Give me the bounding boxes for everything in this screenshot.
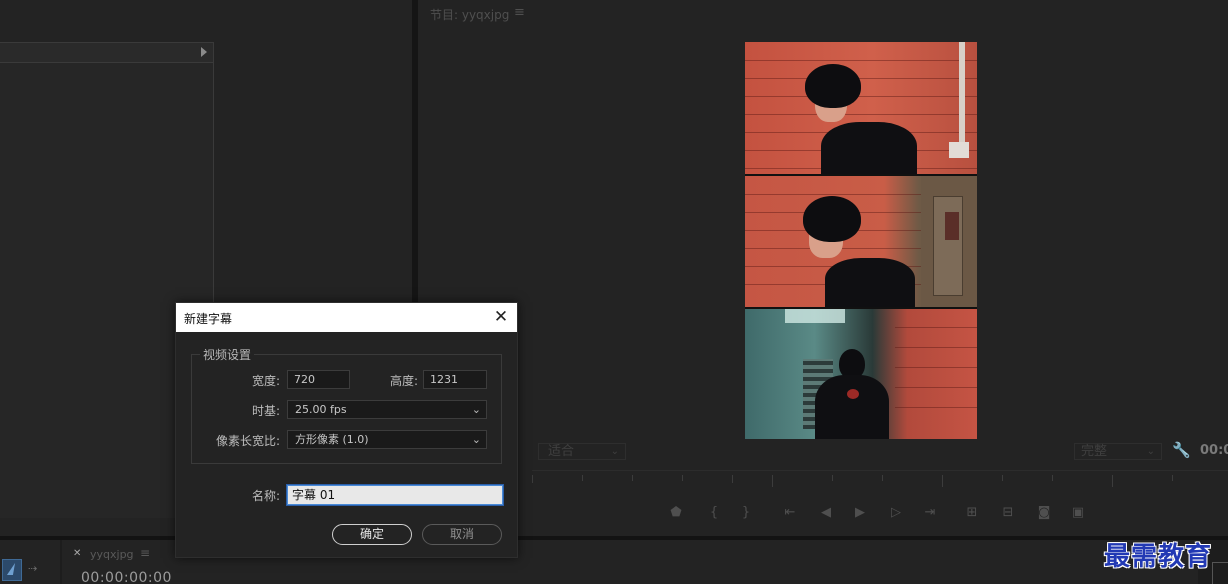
source-panel-header [0,43,213,63]
timebase-select[interactable]: 25.00 fps ⌄ [287,400,487,419]
watermark-logo: 最需教育 [1104,542,1213,572]
overwrite-icon[interactable]: ⊟ [1000,505,1016,520]
ok-button[interactable]: 确定 [332,524,412,545]
go-to-out-icon[interactable]: ⇥ [922,505,938,520]
timeline-timecode[interactable]: 00:00:00:00 [81,570,172,584]
close-icon[interactable]: ✕ [73,548,81,559]
panel-expand-arrow-icon[interactable] [201,47,207,57]
program-time-ruler[interactable] [532,470,1228,490]
mark-out-icon[interactable]: } [738,505,754,520]
timeline-tab-name[interactable]: yyqxjpg [90,548,134,561]
program-monitor: 节目: yyqxjpg ≡ 适合 ⌄ 完整 ⌄ 🔧 00:0 ⬟ {} ⇤ ◀… [418,0,1228,536]
new-title-dialog: 新建字幕 ✕ 视频设置 宽度: 720 高度: 1231 时基: 25.00 f… [175,302,518,558]
pointer-arrow-icon [6,563,16,575]
timebase-value: 25.00 fps [295,403,347,416]
panel-corner-box [1212,562,1228,584]
width-label: 宽度: [251,374,280,388]
height-field[interactable]: 1231 [423,370,487,389]
title-name-input[interactable]: 字幕 01 [287,485,503,505]
chevron-down-icon: ⌄ [610,446,619,457]
program-monitor-title[interactable]: 节目: yyqxjpg [430,6,509,23]
program-video-preview [745,42,977,439]
play-icon[interactable]: ▶ [852,505,868,520]
timeline-menu-icon[interactable]: ≡ [140,546,150,560]
fit-zoom-value: 适合 [548,444,575,459]
compare-view-icon[interactable]: ▣ [1070,505,1086,520]
video-settings-label: 视频设置 [200,346,255,363]
video-frame-1 [745,42,977,174]
chevron-down-icon: ⌄ [1146,446,1155,457]
track-select-tool-icon[interactable]: ⇢ [28,562,37,575]
program-monitor-menu-icon[interactable]: ≡ [514,5,525,20]
name-label: 名称: [251,489,280,503]
wrench-settings-icon[interactable]: 🔧 [1172,441,1191,459]
selection-tool-button[interactable] [2,559,22,581]
video-frame-2 [745,176,977,307]
height-label: 高度: [389,374,418,388]
cancel-button[interactable]: 取消 [422,524,502,545]
chevron-down-icon: ⌄ [471,433,481,446]
video-frame-3 [745,309,977,439]
go-to-in-icon[interactable]: ⇤ [782,505,798,520]
pixel-aspect-value: 方形像素 (1.0) [295,433,369,446]
add-marker-icon[interactable]: ⬟ [668,505,684,520]
width-field[interactable]: 720 [287,370,350,389]
timebase-label: 时基: [251,404,280,418]
chevron-down-icon: ⌄ [471,403,481,416]
dialog-title: 新建字幕 [184,312,233,326]
playback-resolution-value: 完整 [1081,444,1108,459]
pixel-aspect-label: 像素长宽比: [215,434,280,448]
insert-icon[interactable]: ⊞ [964,505,980,520]
mark-in-icon[interactable]: { [706,505,722,520]
premiere-workspace: 节目: yyqxjpg ≡ 适合 ⌄ 完整 ⌄ 🔧 00:0 ⬟ {} ⇤ ◀… [0,0,1228,584]
program-duration-timecode[interactable]: 00:0 [1200,443,1228,458]
step-back-icon[interactable]: ◀ [818,505,834,520]
fit-zoom-dropdown[interactable]: 适合 ⌄ [538,443,626,460]
dialog-titlebar[interactable]: 新建字幕 ✕ [176,303,517,332]
pixel-aspect-select[interactable]: 方形像素 (1.0) ⌄ [287,430,487,449]
playback-resolution-dropdown[interactable]: 完整 ⌄ [1074,443,1162,460]
camera-export-frame-icon[interactable]: ◙ [1036,505,1052,520]
close-icon[interactable]: ✕ [491,306,511,328]
step-forward-icon[interactable]: ▷ [888,505,904,520]
